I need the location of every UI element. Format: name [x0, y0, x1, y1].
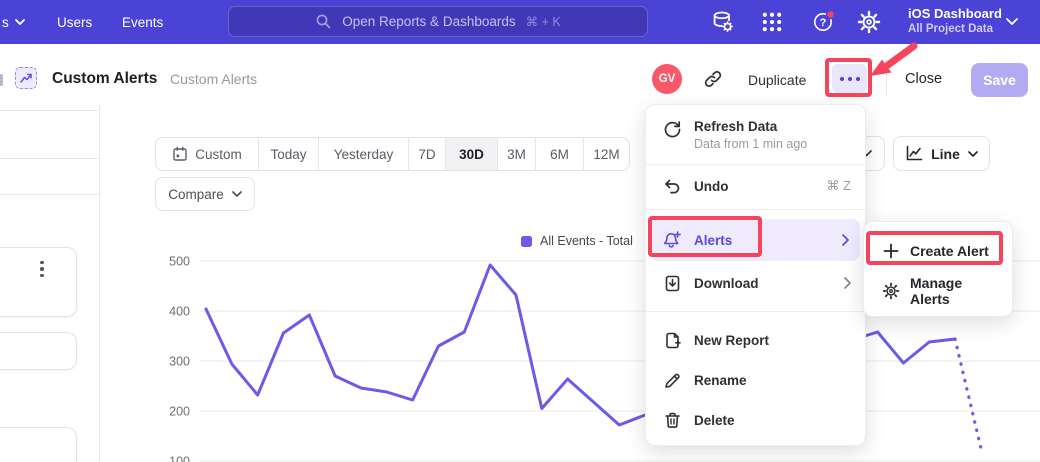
chevron-right-icon: [844, 277, 851, 289]
project-switcher[interactable]: iOS Dashboard All Project Data: [908, 5, 1002, 37]
svg-text:200: 200: [169, 405, 190, 419]
panel-section-divider: [0, 110, 99, 111]
nav-item-events[interactable]: Events: [122, 0, 163, 44]
divider: [886, 62, 887, 96]
date-range-control: Custom Today Yesterday 7D 30D 3M 6M 12M: [155, 137, 630, 171]
search-icon: [315, 13, 332, 30]
date-range-7d[interactable]: 7D: [409, 138, 446, 170]
link-icon: [703, 69, 723, 89]
copy-link-button[interactable]: [703, 69, 723, 89]
page-title: Custom Alerts: [52, 70, 157, 88]
calendar-icon: [172, 146, 188, 162]
menu-item-undo[interactable]: Undo ⌘ Z: [646, 166, 867, 206]
undo-icon: [662, 176, 682, 196]
chevron-down-icon: [232, 191, 242, 197]
ellipsis-icon: [840, 77, 844, 81]
submenu-item-manage-alerts[interactable]: Manage Alerts: [864, 271, 1014, 311]
close-button[interactable]: Close: [905, 71, 942, 87]
project-name: iOS Dashboard: [908, 5, 1002, 22]
menu-shortcut: ⌘ Z: [826, 178, 851, 194]
nav-item-users[interactable]: Users: [57, 0, 92, 44]
chevron-down-icon: [15, 19, 25, 25]
notification-dot: [827, 11, 835, 19]
date-range-yesterday[interactable]: Yesterday: [319, 138, 409, 170]
panel-section-divider: [0, 158, 99, 159]
clipped-icon: [0, 74, 3, 86]
svg-text:100: 100: [169, 455, 190, 462]
date-range-today[interactable]: Today: [259, 138, 319, 170]
apps-grid-icon[interactable]: [760, 10, 784, 34]
date-range-12m[interactable]: 12M: [584, 138, 629, 170]
svg-text:400: 400: [169, 305, 190, 319]
query-builder-panel: [0, 105, 100, 462]
search-placeholder: Open Reports & Dashboards: [342, 14, 515, 29]
chart-type-button[interactable]: Line: [893, 136, 990, 171]
search-shortcut: ⌘ + K: [526, 14, 561, 29]
more-options-button[interactable]: [832, 64, 867, 93]
menu-divider: [646, 311, 867, 312]
menu-divider: [646, 209, 867, 210]
duplicate-button[interactable]: Duplicate: [748, 72, 806, 88]
trash-icon: [662, 410, 682, 430]
chevron-down-icon: [968, 151, 978, 157]
line-chart-icon: [905, 145, 923, 162]
menu-item-new-report[interactable]: New Report: [646, 320, 867, 360]
date-range-3m[interactable]: 3M: [498, 138, 536, 170]
menu-item-refresh-data[interactable]: Refresh Data Data from 1 min ago: [646, 111, 867, 159]
refresh-icon: [662, 119, 682, 139]
date-range-6m[interactable]: 6M: [536, 138, 584, 170]
alerts-submenu: Create Alert Manage Alerts: [863, 221, 1013, 317]
date-range-30d-selected[interactable]: 30D: [446, 138, 498, 170]
search-input[interactable]: Open Reports & Dashboards ⌘ + K: [228, 6, 648, 37]
panel-section-divider: [0, 194, 99, 195]
menu-label: Refresh Data: [694, 119, 851, 134]
menu-sublabel: Data from 1 min ago: [694, 137, 851, 151]
new-report-icon: [662, 330, 682, 350]
menu-divider: [646, 164, 867, 165]
help-icon[interactable]: ?: [812, 10, 836, 34]
nav-item-partial[interactable]: s: [2, 0, 25, 44]
gear-icon: [882, 282, 900, 300]
plus-icon: [882, 242, 900, 260]
report-header: Custom Alerts Custom Alerts GV Duplicate…: [0, 44, 1040, 105]
svg-text:300: 300: [169, 355, 190, 369]
save-button[interactable]: Save: [971, 63, 1028, 97]
download-icon: [662, 273, 682, 293]
project-scope: All Project Data: [908, 22, 1002, 37]
menu-item-alerts[interactable]: Alerts: [651, 219, 860, 261]
pencil-icon: [662, 370, 682, 390]
svg-text:?: ?: [820, 17, 827, 29]
top-nav: s Users Events Open Reports & Dashboards…: [0, 0, 1040, 44]
app-window: s Users Events Open Reports & Dashboards…: [0, 0, 1040, 462]
report-type-icon: [15, 67, 37, 89]
avatar[interactable]: GV: [652, 64, 682, 94]
kebab-menu-icon[interactable]: [35, 258, 49, 280]
menu-item-download[interactable]: Download: [646, 263, 867, 303]
settings-gear-icon[interactable]: [857, 10, 881, 34]
data-source-icon[interactable]: [711, 10, 735, 34]
more-options-menu: Refresh Data Data from 1 min ago Undo ⌘ …: [645, 104, 866, 446]
query-item-card[interactable]: [0, 247, 77, 317]
menu-item-delete[interactable]: Delete: [646, 400, 867, 440]
compare-button[interactable]: Compare: [155, 177, 255, 211]
breadcrumb: Custom Alerts: [170, 71, 257, 87]
chevron-down-icon: [1006, 18, 1018, 25]
svg-text:500: 500: [169, 255, 190, 269]
menu-item-rename[interactable]: Rename: [646, 360, 867, 400]
nav-partial-label: s: [2, 15, 9, 30]
query-item-card[interactable]: [0, 332, 77, 370]
date-range-custom[interactable]: Custom: [156, 138, 259, 170]
chevron-right-icon: [842, 234, 849, 246]
query-item-card[interactable]: [0, 427, 77, 462]
submenu-item-create-alert[interactable]: Create Alert: [864, 231, 1014, 271]
bell-plus-icon: [662, 230, 682, 250]
